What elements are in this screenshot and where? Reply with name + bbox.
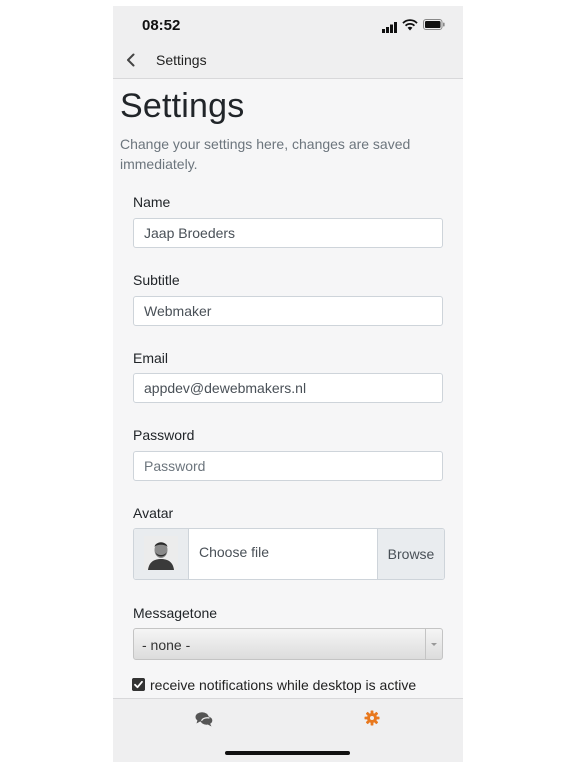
avatar-preview-box xyxy=(134,529,189,579)
wifi-icon xyxy=(402,19,418,31)
gear-icon[interactable] xyxy=(364,710,380,726)
avatar xyxy=(144,536,178,570)
avatar-file-input[interactable]: Choose file Browse xyxy=(133,528,445,580)
status-time: 08:52 xyxy=(142,17,181,34)
navigation-bar: Settings xyxy=(113,44,463,79)
home-indicator[interactable] xyxy=(225,751,350,755)
notifications-label: receive notifications while desktop is a… xyxy=(150,677,417,693)
chevron-left-icon[interactable] xyxy=(123,52,139,68)
email-label: Email xyxy=(133,350,169,366)
name-field[interactable] xyxy=(133,218,443,248)
messagetone-label: Messagetone xyxy=(133,605,218,621)
battery-icon xyxy=(423,19,445,30)
messagetone-select[interactable]: - none - xyxy=(133,628,443,660)
phone-screen: 08:52 Settings Settings Change your sett… xyxy=(113,6,463,762)
bottom-tab-bar xyxy=(113,698,463,762)
status-bar: 08:52 xyxy=(113,6,463,44)
password-label: Password xyxy=(133,427,195,443)
choose-file-text[interactable]: Choose file xyxy=(199,544,269,560)
nav-title: Settings xyxy=(156,52,207,68)
page-title: Settings xyxy=(120,87,245,125)
notifications-checkbox[interactable] xyxy=(132,678,145,691)
cellular-signal-icon xyxy=(382,22,397,33)
messagetone-selected-value: - none - xyxy=(142,637,191,653)
browse-button[interactable]: Browse xyxy=(377,529,444,579)
subtitle-label: Subtitle xyxy=(133,272,180,288)
chevron-down-icon xyxy=(431,643,437,646)
select-arrow xyxy=(425,629,442,659)
subtitle-field[interactable] xyxy=(133,296,443,326)
page-description: Change your settings here, changes are s… xyxy=(120,136,411,172)
chat-bubbles-icon[interactable] xyxy=(195,711,213,727)
password-field[interactable] xyxy=(133,451,443,481)
avatar-label: Avatar xyxy=(133,505,174,521)
name-label: Name xyxy=(133,194,171,210)
email-field[interactable] xyxy=(133,373,443,403)
settings-content: Settings Change your settings here, chan… xyxy=(113,79,463,698)
